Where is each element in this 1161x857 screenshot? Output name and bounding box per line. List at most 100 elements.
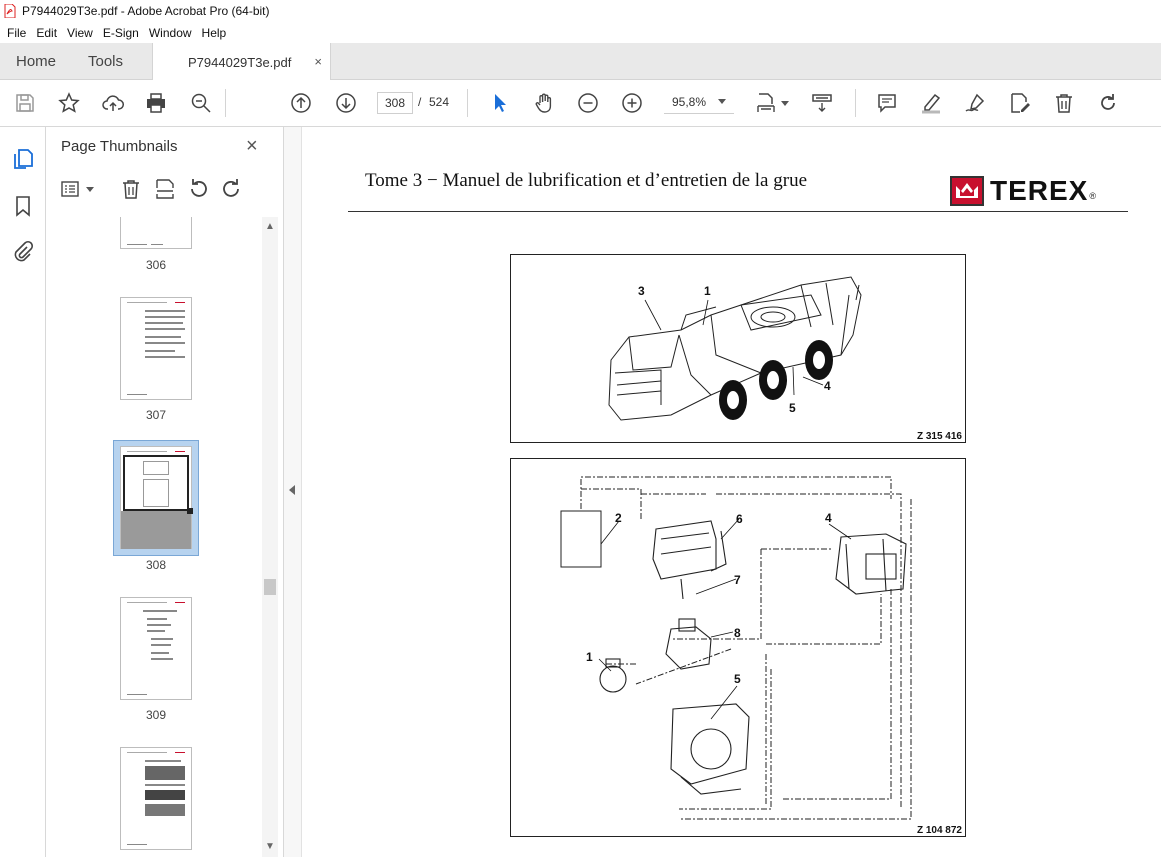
scrollbar-thumb[interactable] [264,579,276,595]
fill-sign-icon[interactable] [963,91,987,115]
page-thumbnail-309[interactable] [120,597,192,700]
thumbnail-text-line [145,322,183,324]
thumbnail-text-line [151,658,173,660]
callout-4: 4 [824,379,831,393]
page-thumbnail-306[interactable] [120,217,192,249]
close-panel-icon[interactable]: × [246,136,258,156]
menu-edit[interactable]: Edit [31,26,62,40]
delete-page-icon[interactable] [119,177,143,201]
panel-collapse-strip[interactable] [284,127,302,857]
page-separator: / [418,95,422,109]
next-page-icon[interactable] [334,91,358,115]
brand-registered-mark: ® [1089,191,1096,201]
previous-page-icon[interactable] [289,91,313,115]
acrobat-app-icon [4,4,16,18]
terex-emblem [950,176,984,206]
thumbnail-text-line [151,638,173,640]
thumbnail-footer-line [151,244,163,245]
zoom-level-value: 95,8% [672,95,707,109]
rotate-left-icon[interactable] [186,177,210,201]
callout-2: 2 [615,511,622,525]
thumbnail-footer-line [127,394,147,395]
thumbnail-logo [175,302,185,303]
callout-1: 1 [704,284,711,298]
callout-4: 4 [825,511,832,525]
toolbar-separator [467,89,468,117]
print-icon[interactable] [144,91,168,115]
menu-window[interactable]: Window [144,26,197,40]
figure-code: Z 315 416 [916,431,962,442]
comment-icon[interactable] [875,91,899,115]
header-rule [348,211,1128,212]
edit-pdf-icon[interactable] [1008,91,1032,115]
document-view[interactable]: Tome 3 − Manuel de lubrification et d’en… [302,127,1161,857]
callout-6: 6 [736,512,743,526]
thumbnail-list: 306 307 308 309 [46,217,262,857]
page-thumbnail-308[interactable] [120,446,193,549]
thumbnail-header-line [127,302,167,303]
tab-bar: Home Tools P7944029T3e.pdf × [0,43,1161,81]
thumbnail-options-icon[interactable] [60,177,84,201]
tab-home[interactable]: Home [16,43,56,80]
page-thumbnail-307[interactable] [120,297,192,400]
thumbnail-label: 309 [145,708,167,722]
tab-document-label: P7944029T3e.pdf [188,54,292,70]
terex-crown-icon [956,183,978,198]
delete-icon[interactable] [1052,91,1076,115]
zoom-in-icon[interactable] [620,91,644,115]
thumbnail-label: 308 [145,558,167,572]
thumbnail-text-line [147,624,171,626]
toolbar-separator [855,89,856,117]
thumbnail-label: 306 [145,258,167,272]
main-toolbar: 308 / 524 95,8% [0,80,1161,127]
menu-bar: File Edit View E-Sign Window Help [0,22,1161,43]
thumbnail-text-line [147,630,165,632]
star-icon[interactable] [57,91,81,115]
figure-code: Z 104 872 [916,825,962,836]
page-fit-icon[interactable] [754,91,778,115]
thumbnail-scrollbar[interactable]: ▲ ▼ [262,217,278,857]
callout-3: 3 [638,284,645,298]
split-pages-icon[interactable] [153,177,177,201]
menu-esign[interactable]: E-Sign [98,26,144,40]
thumbnail-table-block [145,804,185,816]
viewport-resize-handle[interactable] [187,508,193,514]
thumbnail-text-line [151,644,171,646]
zoom-search-icon[interactable] [189,91,213,115]
thumbnail-header-line [127,602,167,603]
page-thumbnails-panel: Page Thumbnails × 306 307 308 309 ▲ ▼ [46,127,284,857]
menu-file[interactable]: File [2,26,31,40]
chevron-down-icon[interactable] [86,187,94,192]
thumbnail-figure [143,479,169,507]
panel-title: Page Thumbnails [61,138,178,155]
save-icon[interactable] [13,91,37,115]
tab-tools[interactable]: Tools [88,43,123,80]
thumbnail-text-line [145,760,181,762]
chevron-down-icon[interactable] [781,101,789,106]
scroll-down-icon[interactable]: ▼ [265,841,275,852]
zoom-out-icon[interactable] [576,91,600,115]
zoom-level-select[interactable]: 95,8% [664,92,734,114]
redo-rotate-icon[interactable] [1096,91,1120,115]
rotate-right-icon[interactable] [220,177,244,201]
callout-5: 5 [789,401,796,415]
close-tab-icon[interactable]: × [314,54,322,69]
callout-1: 1 [586,650,593,664]
tab-document[interactable]: P7944029T3e.pdf × [152,43,331,81]
scroll-up-icon[interactable]: ▲ [265,221,275,232]
page-thumbnail-310[interactable] [120,747,192,850]
figure-lubrication-circuit: 2 6 4 7 8 1 5 Z 104 872 [510,458,966,837]
upload-cloud-icon[interactable] [101,91,125,115]
hand-tool-icon[interactable] [532,91,556,115]
attachment-icon[interactable] [11,240,35,264]
page-number-input[interactable]: 308 [377,92,413,114]
highlight-pen-icon[interactable] [919,91,943,115]
bookmark-icon[interactable] [11,194,35,218]
menu-help[interactable]: Help [197,26,232,40]
select-cursor-icon[interactable] [488,91,512,115]
scroll-mode-icon[interactable] [810,91,834,115]
menu-view[interactable]: View [62,26,98,40]
collapse-left-icon[interactable] [289,485,295,495]
thumbnail-table-block [145,766,185,780]
page-thumbnails-icon[interactable] [11,147,35,171]
